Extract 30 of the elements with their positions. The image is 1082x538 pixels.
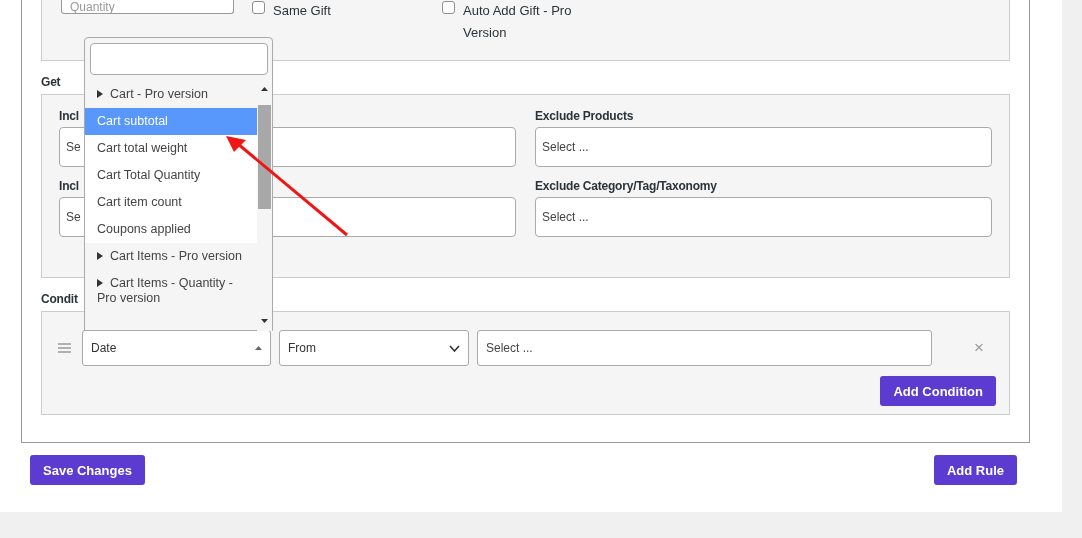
caret-icon [97,279,103,287]
checkbox-label: Auto Add Gift - Pro Version [463,2,573,42]
checkbox[interactable] [252,1,265,14]
dropdown-option[interactable]: Cart total weight [85,135,257,162]
checkbox-label: Same Gift [273,2,331,20]
field-label: Exclude Products [535,109,634,123]
caret-up-icon [255,346,262,350]
field-label: Incl [59,179,79,193]
condition-type-select[interactable]: Date [82,330,271,366]
chevron-down-icon [449,344,460,352]
checkbox[interactable] [442,1,455,14]
search-field[interactable] [90,43,268,75]
dropdown-option[interactable]: Cart Total Quantity [85,162,257,189]
drag-handle-icon[interactable] [58,343,71,353]
quantity-field[interactable]: Quantity [61,0,234,14]
dropdown-option[interactable]: Coupons applied [85,216,257,243]
section-title: Get [41,75,61,89]
field-label: Exclude Category/Tag/Taxonomy [535,179,717,193]
add-rule-button[interactable]: Add Rule [933,455,1017,485]
add-condition-button[interactable]: Add Condition [880,376,996,406]
save-changes-button[interactable]: Save Changes [30,455,145,485]
operator-select[interactable]: From [279,330,469,366]
caret-icon [97,252,103,260]
select-field[interactable]: Select ... [535,127,992,167]
dropdown-option[interactable]: Cart item count [85,189,257,216]
field-label: Incl [59,109,79,123]
select-field[interactable]: Select ... [535,197,992,237]
caret-icon [97,90,103,98]
value-select[interactable]: Select ... [477,330,932,366]
section-title: Condit [41,292,78,306]
